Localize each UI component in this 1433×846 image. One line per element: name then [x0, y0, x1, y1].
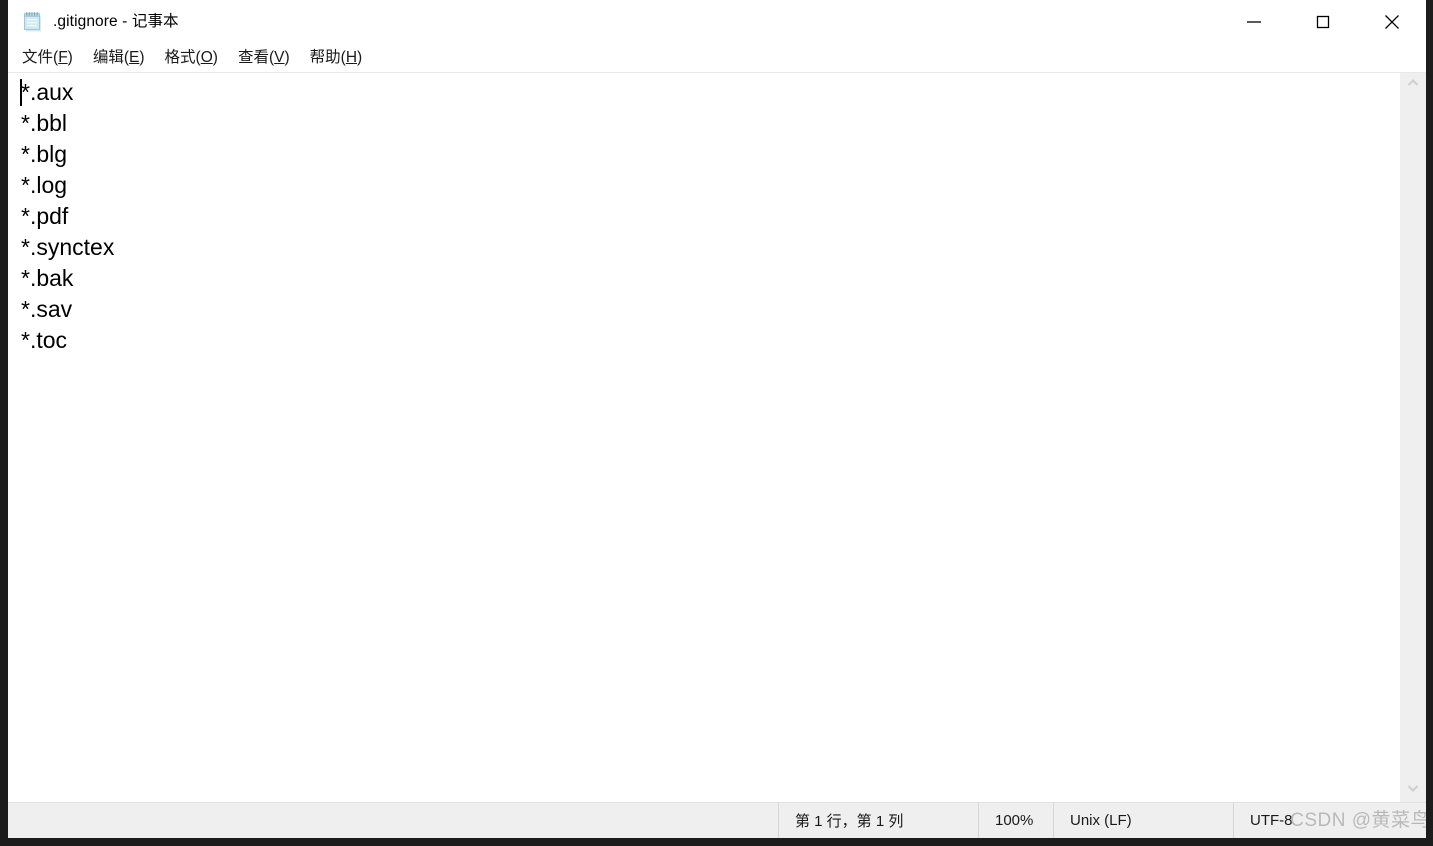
- text-line: *.toc: [21, 327, 68, 353]
- scroll-down-button[interactable]: [1400, 778, 1426, 802]
- status-cursor-position[interactable]: 第 1 行，第 1 列: [778, 803, 978, 838]
- menu-item-help-accel: H: [345, 49, 358, 67]
- window-controls: [1219, 0, 1426, 44]
- status-bar-spacer: [8, 803, 778, 838]
- status-encoding[interactable]: UTF-8: [1233, 803, 1426, 838]
- menu-item-edit[interactable]: 编辑(E): [93, 50, 145, 66]
- text-line: *.bak: [21, 265, 74, 291]
- maximize-icon: [1311, 10, 1335, 34]
- status-line-ending[interactable]: Unix (LF): [1053, 803, 1233, 838]
- status-bar: 第 1 行，第 1 列 100% Unix (LF) UTF-8 CSDN @黄…: [8, 802, 1426, 838]
- text-line: *.pdf: [21, 203, 69, 229]
- status-encoding-label: UTF-8: [1250, 812, 1293, 829]
- menu-bar: 文件(F) 编辑(E) 格式(O) 查看(V) 帮助(H): [8, 44, 1426, 73]
- menu-item-view-accel: V: [274, 49, 285, 67]
- vertical-scrollbar[interactable]: [1400, 73, 1426, 802]
- text-line: *.synctex: [21, 234, 115, 260]
- scrollbar-track[interactable]: [1400, 97, 1426, 778]
- text-line: *.log: [21, 172, 68, 198]
- status-line-ending-label: Unix (LF): [1070, 812, 1132, 829]
- chevron-up-icon: [1405, 75, 1421, 96]
- text-line: *.bbl: [21, 110, 68, 136]
- maximize-button[interactable]: [1288, 0, 1357, 44]
- scroll-up-button[interactable]: [1400, 73, 1426, 97]
- status-zoom-level-label: 100%: [995, 812, 1034, 829]
- title-bar[interactable]: .gitignore - 记事本: [8, 0, 1426, 44]
- menu-item-help[interactable]: 帮助(H): [310, 50, 363, 66]
- menu-item-file[interactable]: 文件(F): [22, 50, 73, 66]
- window-title: .gitignore - 记事本: [53, 13, 179, 31]
- menu-item-format[interactable]: 格式(O): [165, 50, 218, 66]
- menu-item-edit-accel: E: [129, 49, 140, 67]
- menu-item-file-accel: F: [58, 49, 68, 67]
- menu-item-edit-label: 编辑: [92, 49, 124, 67]
- text-line: *.aux: [21, 79, 74, 105]
- notepad-icon: [22, 11, 44, 33]
- status-zoom-level[interactable]: 100%: [978, 803, 1053, 838]
- menu-item-file-label: 文件: [22, 49, 54, 67]
- minimize-button[interactable]: [1219, 0, 1288, 44]
- text-caret: [20, 79, 22, 106]
- chevron-down-icon: [1405, 780, 1421, 801]
- close-icon: [1379, 9, 1405, 35]
- menu-item-format-accel: O: [200, 49, 213, 67]
- desktop-background: .gitignore - 记事本 文件(F) 编辑(E) 格式(O) 查看(V)…: [0, 0, 1433, 846]
- menu-item-format-label: 格式: [164, 49, 196, 67]
- editor-workspace: *.aux *.bbl *.blg *.log *.pdf *.synctex …: [8, 73, 1426, 802]
- menu-item-help-label: 帮助: [309, 49, 341, 67]
- menu-item-view-label: 查看: [237, 49, 269, 67]
- text-line: *.blg: [21, 141, 68, 167]
- title-bar-left: .gitignore - 记事本: [8, 0, 179, 44]
- close-button[interactable]: [1357, 0, 1426, 44]
- minimize-icon: [1242, 10, 1266, 34]
- text-line: *.sav: [21, 296, 73, 322]
- menu-item-view[interactable]: 查看(V): [238, 50, 290, 66]
- status-cursor-position-label: 第 1 行，第 1 列: [795, 813, 904, 830]
- text-editor[interactable]: *.aux *.bbl *.blg *.log *.pdf *.synctex …: [8, 73, 1400, 802]
- notepad-window: .gitignore - 记事本 文件(F) 编辑(E) 格式(O) 查看(V)…: [8, 0, 1426, 838]
